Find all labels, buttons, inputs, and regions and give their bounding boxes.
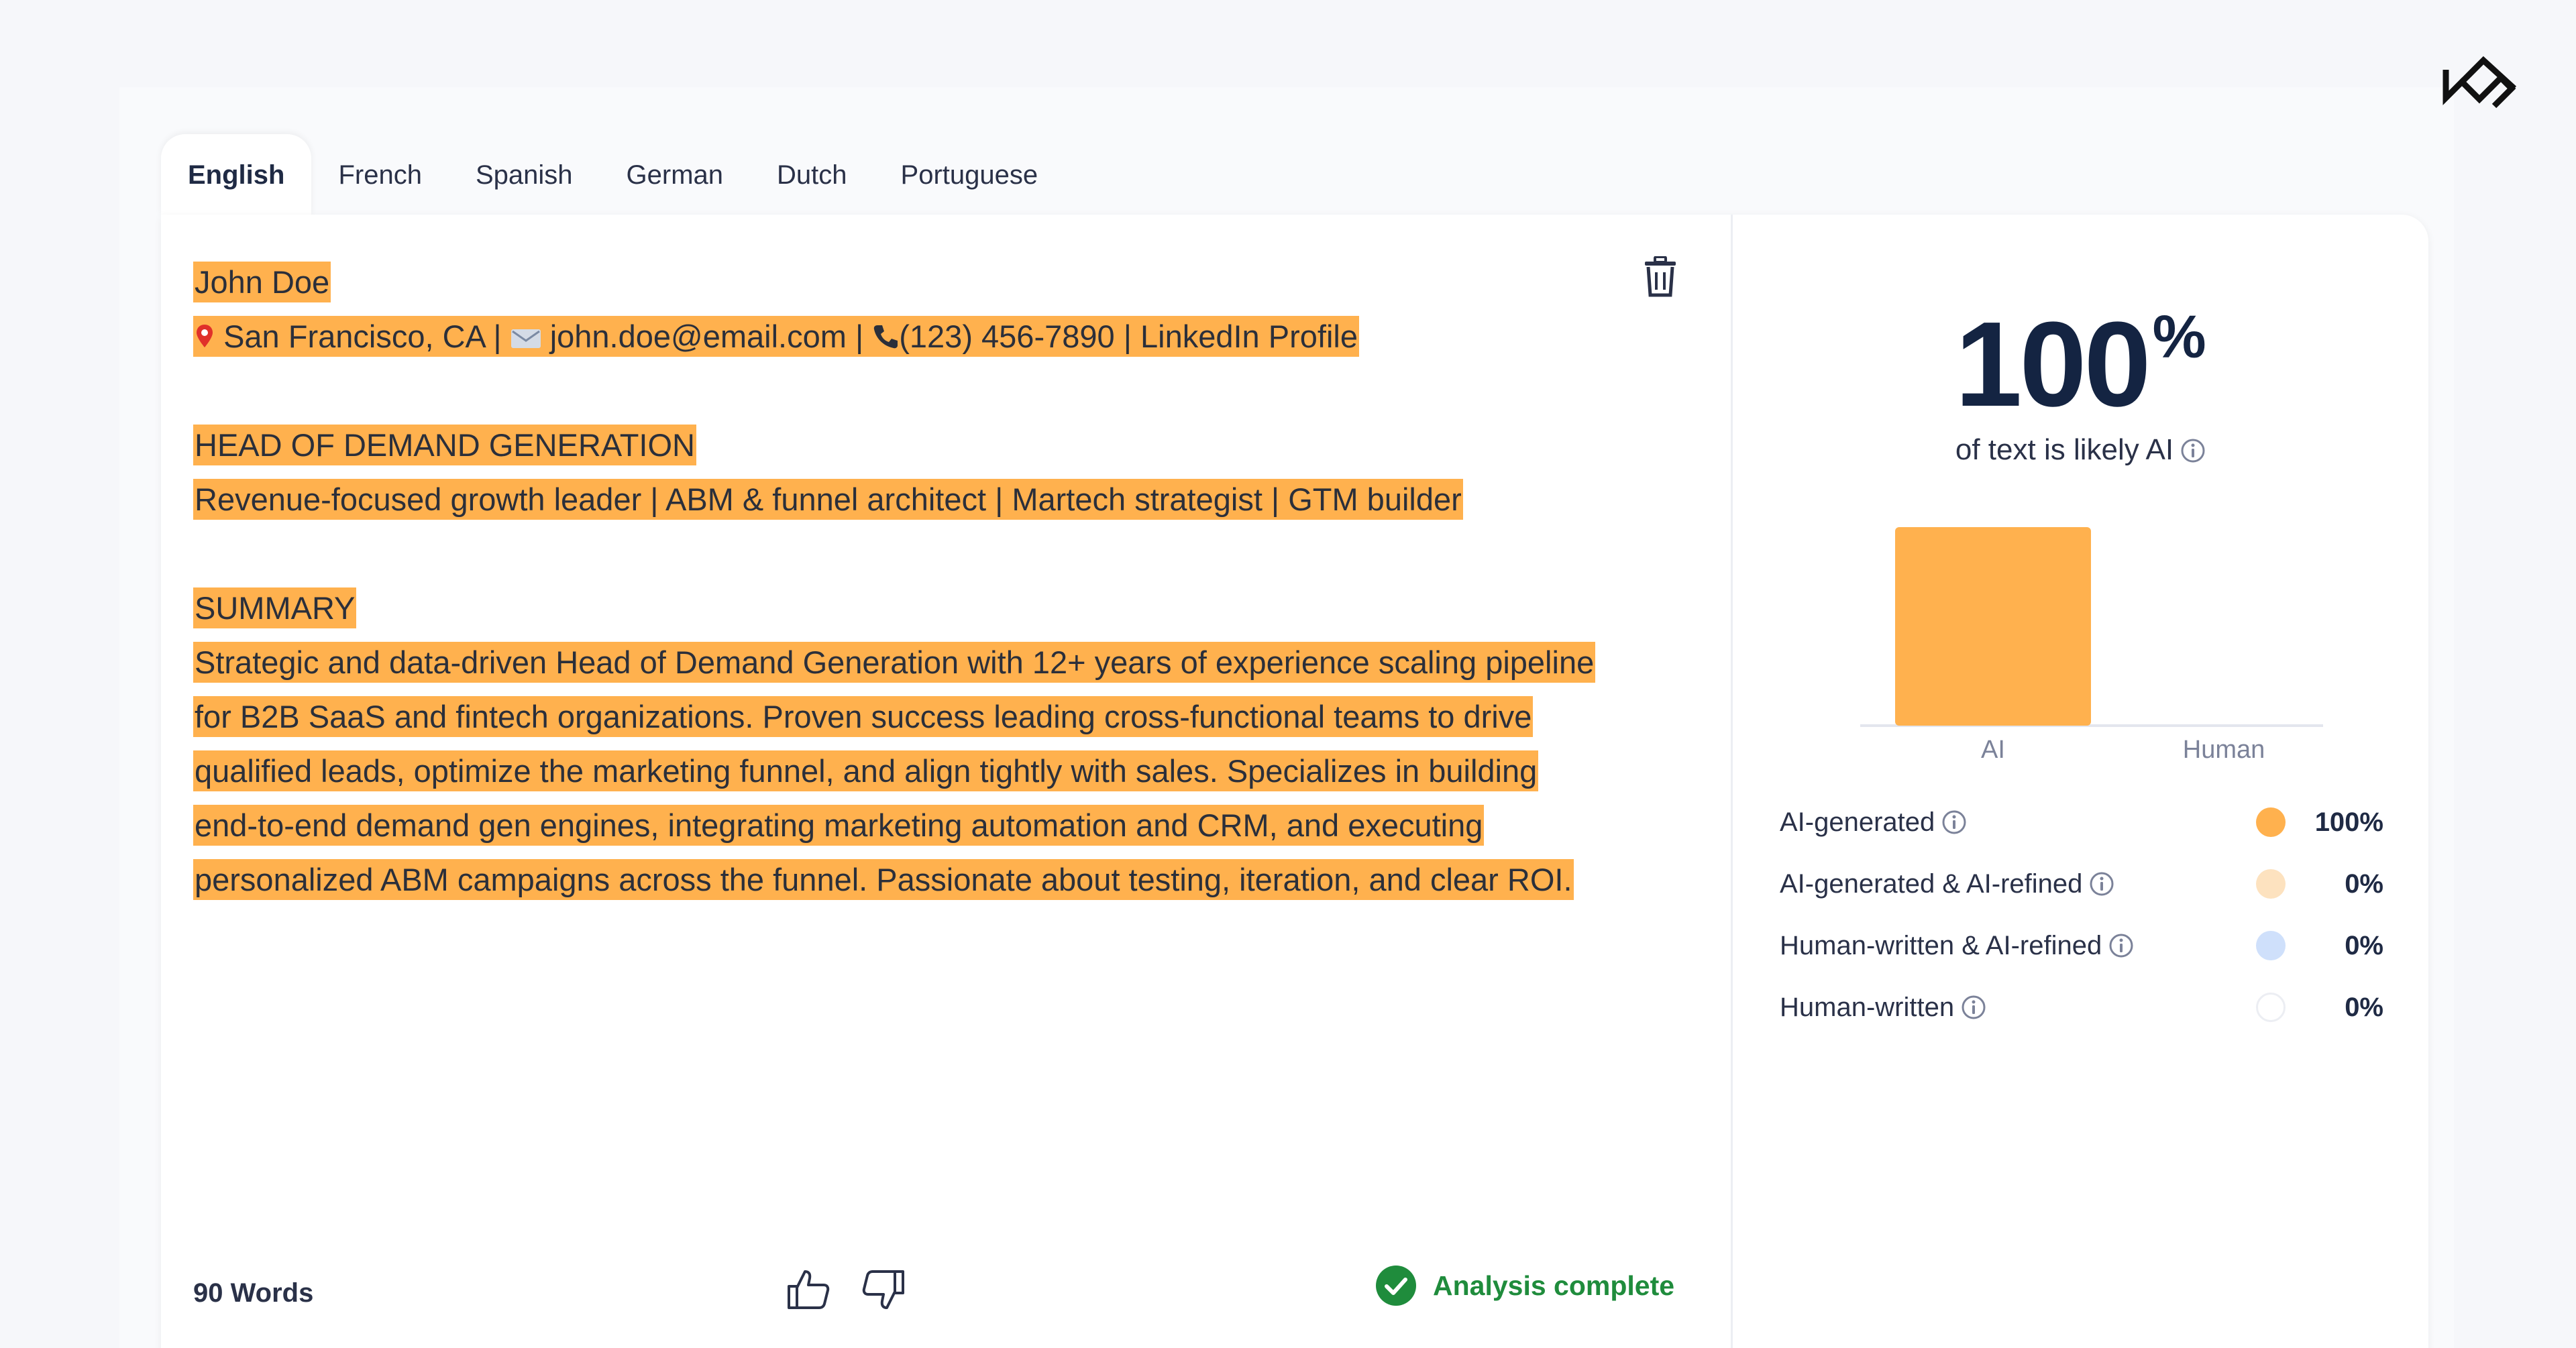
brand-logo-icon[interactable] (2442, 55, 2520, 113)
word-count: 90 Words (193, 1278, 314, 1308)
tab-spanish[interactable]: Spanish (449, 134, 600, 216)
contact-email: john.doe@email.com (549, 319, 847, 354)
text-input-area[interactable]: John Doe San Francisco, CA | john.doe@em… (193, 255, 1669, 907)
chart-bar-ai (1895, 527, 2091, 726)
info-icon[interactable] (2180, 438, 2206, 463)
info-icon[interactable] (1961, 995, 1986, 1020)
thumbs-down-icon[interactable] (860, 1266, 907, 1313)
language-tabs: English French Spanish German Dutch Port… (161, 134, 1065, 216)
result-legend: AI-generated 100% AI-generated & AI-refi… (1780, 791, 2383, 1038)
tab-dutch[interactable]: Dutch (750, 134, 874, 216)
contact-line: San Francisco, CA | john.doe@email.com |… (193, 316, 1359, 357)
summary-heading: SUMMARY (193, 587, 357, 628)
location-pin-icon (197, 325, 213, 347)
legend-row-ai-generated: AI-generated 100% (1780, 807, 2383, 837)
contact-location: San Francisco, CA (223, 319, 485, 354)
summary-line: qualified leads, optimize the marketing … (193, 750, 1539, 791)
legend-dot (2256, 869, 2286, 899)
summary-line: Strategic and data-driven Head of Demand… (193, 642, 1596, 683)
percentage-value: 100 (1955, 297, 2151, 432)
summary-line: personalized ABM campaigns across the fu… (193, 859, 1574, 900)
legend-dot (2256, 993, 2286, 1022)
result-panel: 100% of text is likely AI AI Human AI-gen… (1733, 215, 2428, 1348)
percentage-symbol: % (2152, 304, 2206, 371)
tab-german[interactable]: German (600, 134, 751, 216)
mail-icon (511, 329, 541, 348)
tab-english[interactable]: English (161, 134, 312, 216)
phone-icon (874, 325, 898, 349)
contact-linkedin: LinkedIn Profile (1140, 319, 1358, 354)
ai-percentage: 100% (1733, 295, 2428, 434)
info-icon[interactable] (2089, 871, 2114, 897)
chart-tick-label: Human (2183, 736, 2265, 764)
thumbs-up-icon[interactable] (785, 1266, 832, 1313)
summary-line: end-to-end demand gen engines, integrati… (193, 805, 1485, 846)
legend-row-human-written: Human-written 0% (1780, 992, 2383, 1022)
info-icon[interactable] (2108, 933, 2134, 958)
analysis-status: Analysis complete (1375, 1265, 1674, 1306)
resume-title: HEAD OF DEMAND GENERATION (193, 425, 696, 465)
status-text: Analysis complete (1433, 1270, 1675, 1301)
resume-tagline: Revenue-focused growth leader | ABM & fu… (193, 479, 1463, 520)
contact-phone: (123) 456-7890 (899, 319, 1115, 354)
legend-dot (2256, 931, 2286, 960)
tab-french[interactable]: French (311, 134, 449, 216)
detector-card: John Doe San Francisco, CA | john.doe@em… (161, 215, 2428, 1348)
ai-human-bar-chart: AI Human (1860, 527, 2323, 764)
legend-row-ai-refined: AI-generated & AI-refined 0% (1780, 868, 2383, 899)
legend-row-human-ai-refined: Human-written & AI-refined 0% (1780, 930, 2383, 960)
info-icon[interactable] (1941, 809, 1967, 835)
result-subtitle: of text is likely AI (1733, 433, 2428, 467)
summary-line: for B2B SaaS and fintech organizations. … (193, 696, 1534, 737)
chart-tick-label: AI (1981, 736, 2005, 764)
legend-dot (2256, 807, 2286, 837)
resume-name: John Doe (193, 262, 331, 302)
tab-portuguese[interactable]: Portuguese (874, 134, 1065, 216)
check-circle-icon (1376, 1266, 1416, 1306)
